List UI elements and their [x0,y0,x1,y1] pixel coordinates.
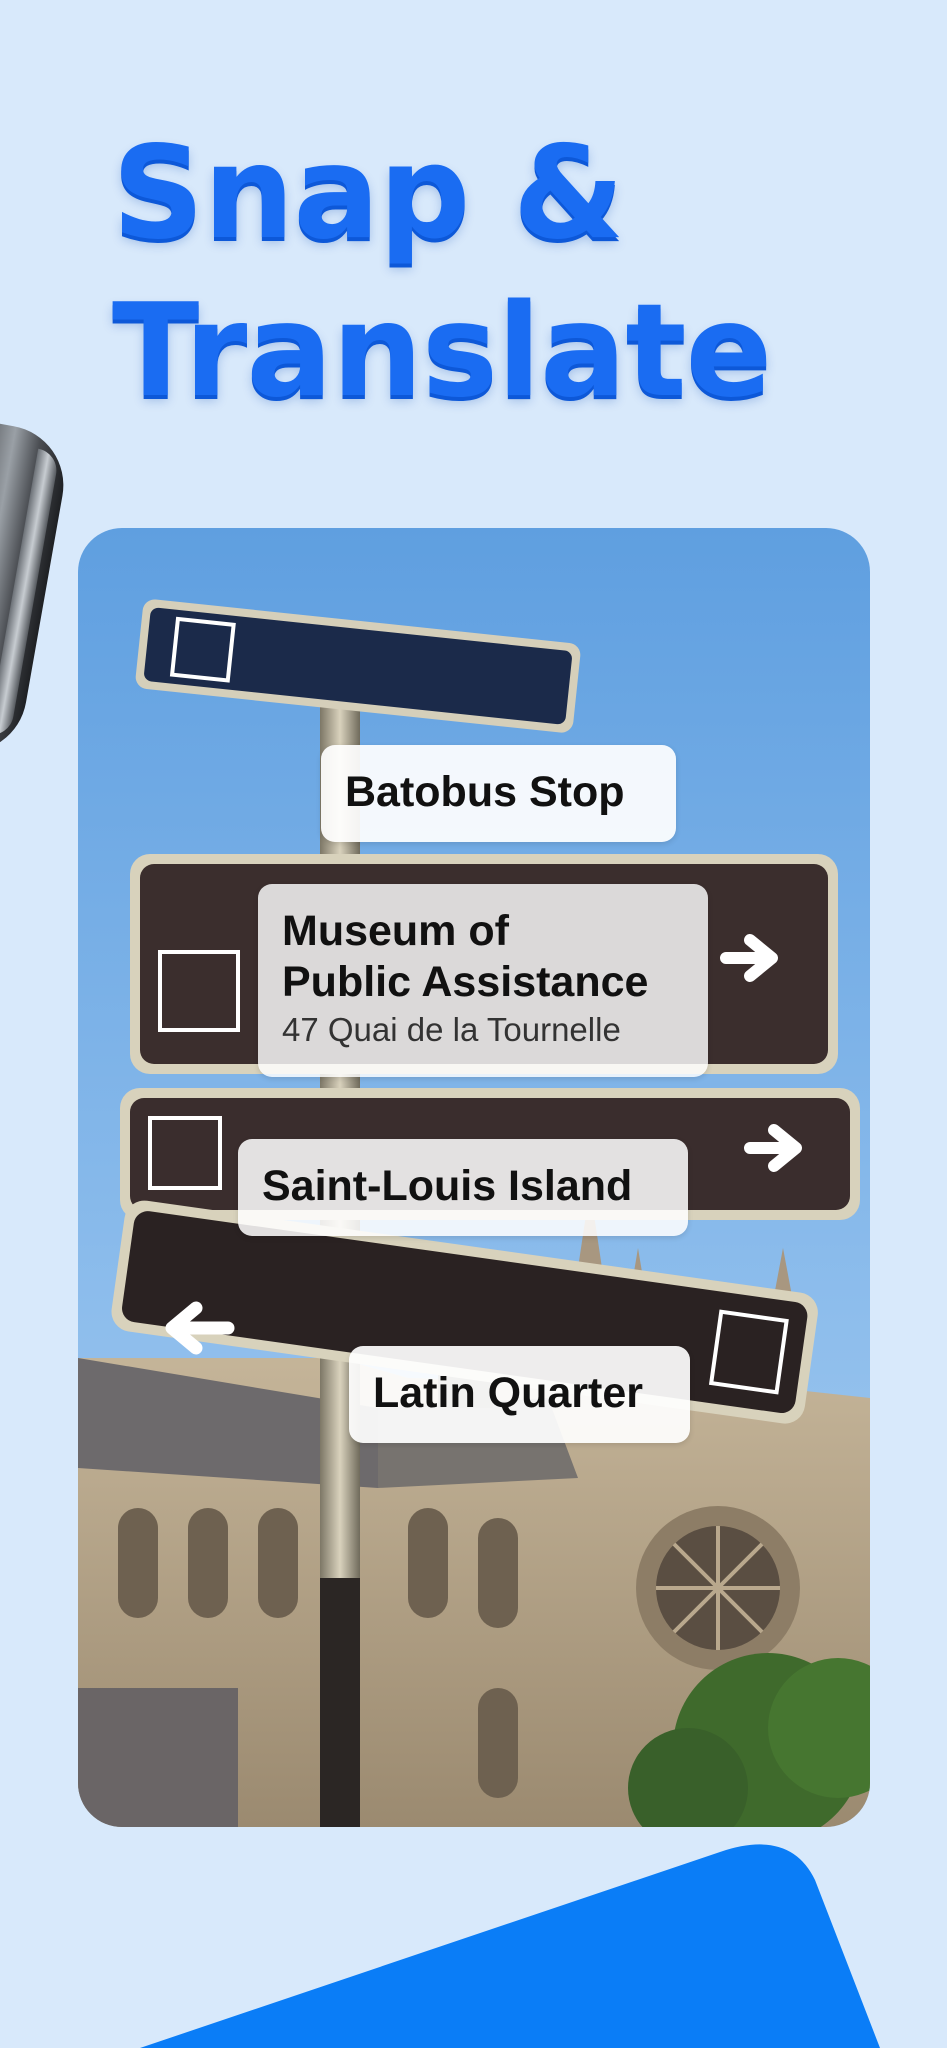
translation-title-line-2: Public Assistance [282,958,649,1006]
headline-line-1: Snap & [112,119,625,268]
translation-label-saint-louis: Saint-Louis Island [238,1139,688,1236]
headline-line-2: Translate [112,277,772,426]
translation-text: Saint-Louis Island [262,1162,633,1210]
translation-label-batobus: Batobus Stop [321,745,676,842]
translation-text: Batobus Stop [345,768,625,816]
translation-label-latin-quarter: Latin Quarter [349,1346,690,1443]
decorative-blue-shape [140,1844,880,2048]
translation-title-line-1: Museum of [282,907,509,955]
translation-address: 47 Quai de la Tournelle [282,1011,621,1048]
phone-device-edge [0,418,73,762]
headline: Snap & Translate [112,115,772,431]
translation-label-museum: Museum of Public Assistance 47 Quai de l… [258,884,708,1077]
translation-text: Latin Quarter [373,1369,643,1417]
